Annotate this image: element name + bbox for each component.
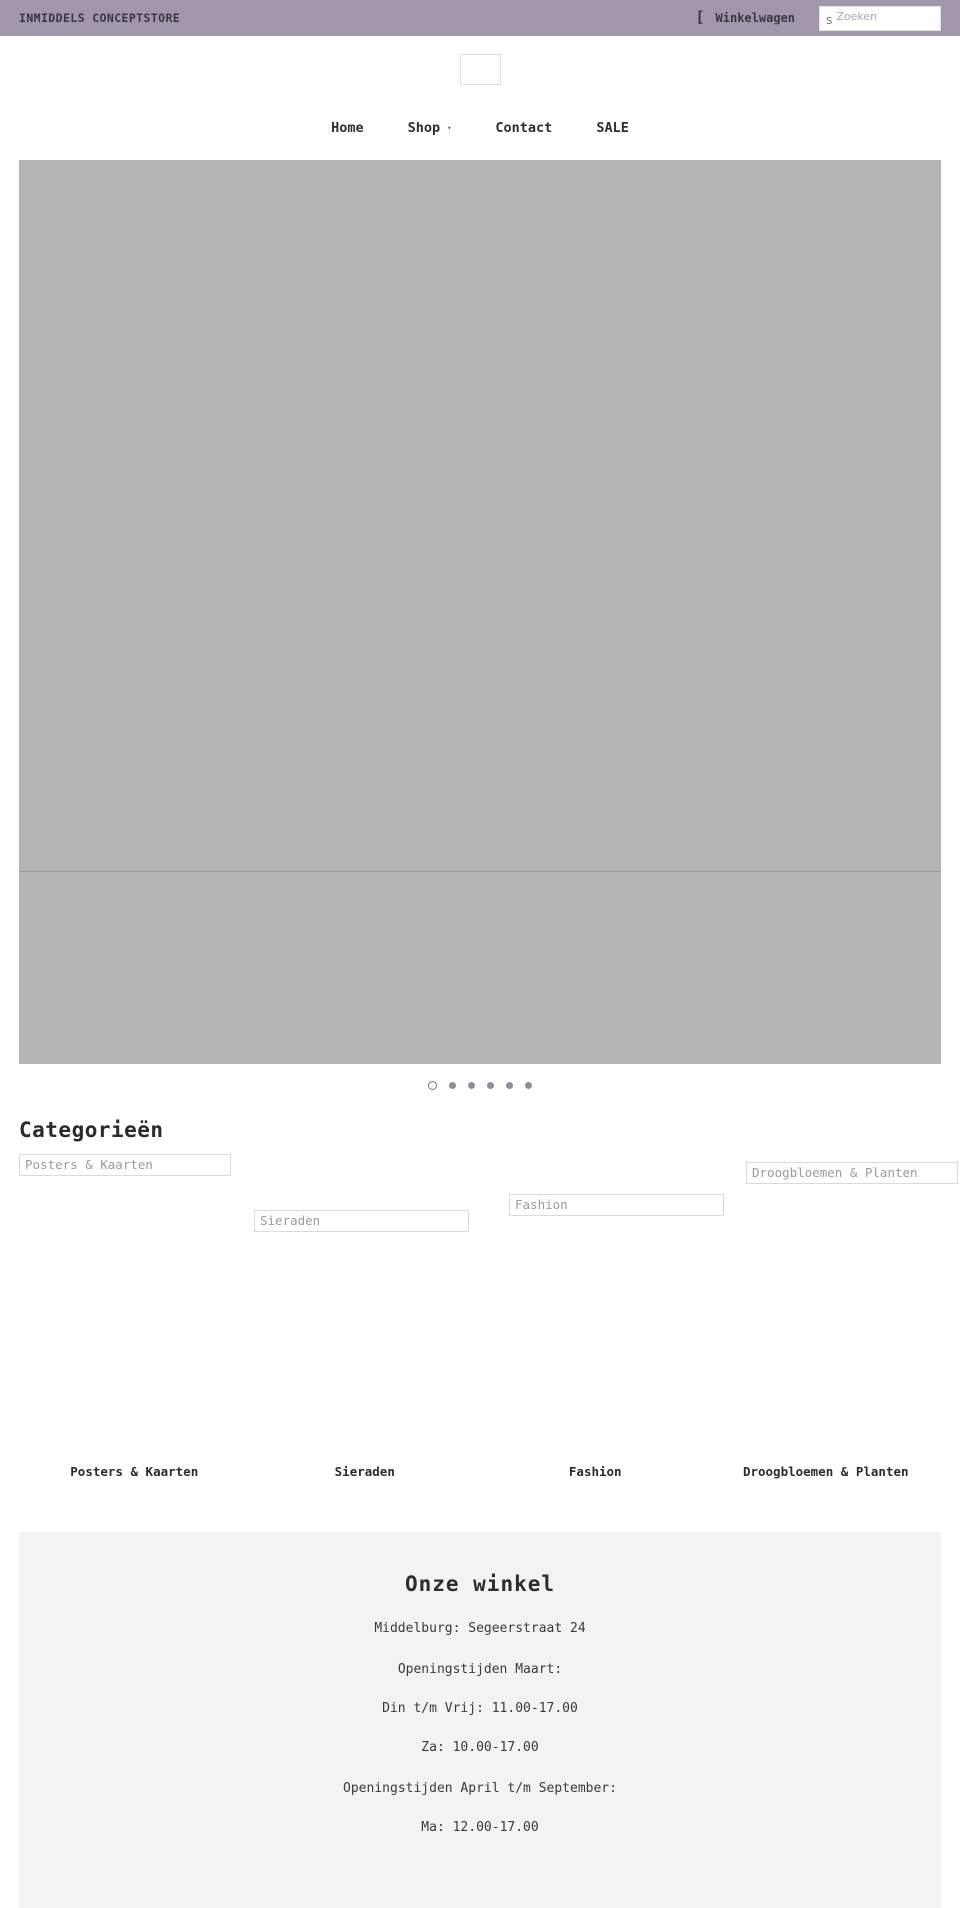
- site-logo[interactable]: [459, 54, 501, 85]
- cart-link[interactable]: [ Winkelwagen: [695, 7, 795, 26]
- hero-slide-image-secondary[interactable]: [19, 872, 941, 1064]
- store-hours-heading-april-september: Openingstijden April t/m September:: [343, 1781, 617, 1796]
- store-hours-march-weekdays: Din t/m Vrij: 11.00-17.00: [382, 1701, 578, 1716]
- category-image-droogbloemen-planten[interactable]: Droogbloemen & Planten: [746, 1162, 958, 1184]
- store-info-title: Onze winkel: [404, 1572, 556, 1596]
- nav-item-sale-label: SALE: [596, 120, 629, 136]
- shopping-bag-icon: [: [695, 7, 705, 26]
- nav-item-shop[interactable]: Shop ▾: [386, 120, 474, 136]
- nav-item-home-label: Home: [331, 120, 364, 136]
- category-label-fashion[interactable]: Fashion: [480, 1464, 711, 1479]
- category-label-sieraden[interactable]: Sieraden: [250, 1464, 481, 1479]
- store-hours-march-saturday: Za: 10.00-17.00: [421, 1740, 539, 1755]
- nav-item-shop-label: Shop: [407, 120, 441, 136]
- categories-title: Categorieën: [19, 1118, 164, 1142]
- hero-dot-1[interactable]: [428, 1081, 437, 1090]
- hero-slider[interactable]: [19, 160, 941, 1064]
- nav-item-contact[interactable]: Contact: [473, 120, 574, 136]
- hero-dot-5[interactable]: [506, 1082, 513, 1089]
- category-label-droogbloemen-planten[interactable]: Droogbloemen & Planten: [711, 1464, 942, 1479]
- store-info-section: Onze winkel Middelburg: Segeerstraat 24 …: [19, 1532, 941, 1908]
- category-label-posters-kaarten[interactable]: Posters & Kaarten: [19, 1464, 250, 1479]
- nav-item-sale[interactable]: SALE: [574, 120, 651, 136]
- category-image-posters-kaarten[interactable]: Posters & Kaarten: [19, 1154, 231, 1176]
- hero-dot-6[interactable]: [525, 1082, 532, 1089]
- store-hours-heading-march: Openingstijden Maart:: [397, 1662, 563, 1677]
- category-image-fashion[interactable]: Fashion: [509, 1194, 724, 1216]
- categories-image-grid: Posters & Kaarten Sieraden Fashion Droog…: [19, 1154, 958, 1454]
- chevron-down-icon[interactable]: ▾: [447, 124, 451, 132]
- hero-dot-3[interactable]: [468, 1082, 475, 1089]
- category-labels-row: Posters & Kaarten Sieraden Fashion Droog…: [19, 1464, 941, 1487]
- hero-dot-2[interactable]: [449, 1082, 456, 1089]
- categories-section: Categorieën Posters & Kaarten Sieraden F…: [0, 1118, 960, 1487]
- store-address: Middelburg: Segeerstraat 24: [374, 1621, 586, 1636]
- hero-slider-dots: [0, 1081, 960, 1090]
- topbar-right-group: [ Winkelwagen S: [695, 0, 941, 36]
- store-hours-april-monday: Ma: 12.00-17.00: [421, 1820, 539, 1835]
- cart-label: Winkelwagen: [715, 11, 795, 25]
- top-utility-bar: INMIDDELS CONCEPTSTORE [ Winkelwagen S: [0, 0, 960, 36]
- brand-name: INMIDDELS CONCEPTSTORE: [19, 11, 181, 25]
- category-image-sieraden[interactable]: Sieraden: [254, 1210, 469, 1232]
- search-box[interactable]: S: [819, 5, 941, 31]
- search-icon[interactable]: S: [826, 16, 832, 27]
- site-header: Home Shop ▾ Contact SALE: [0, 36, 960, 160]
- nav-item-home[interactable]: Home: [309, 120, 386, 136]
- hero-dot-4[interactable]: [487, 1082, 494, 1089]
- search-input[interactable]: [836, 9, 934, 23]
- hero-slide-image-primary[interactable]: [19, 160, 941, 872]
- nav-item-contact-label: Contact: [495, 120, 553, 136]
- main-navigation: Home Shop ▾ Contact SALE: [309, 120, 651, 160]
